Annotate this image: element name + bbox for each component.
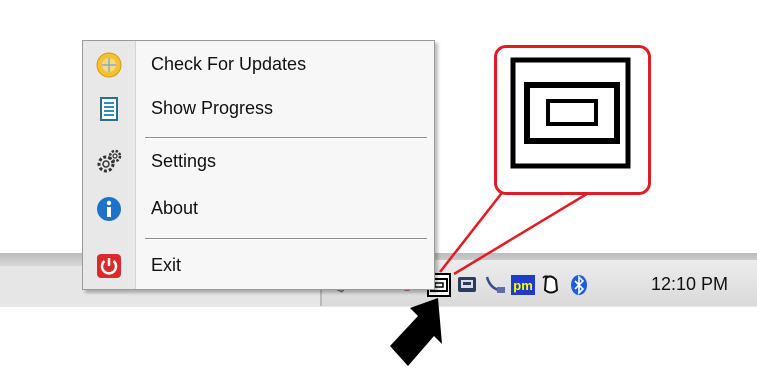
app-tray-icon-magnified [510, 57, 631, 169]
pointer-arrow-icon [390, 298, 442, 366]
magnified-callout [494, 45, 651, 195]
